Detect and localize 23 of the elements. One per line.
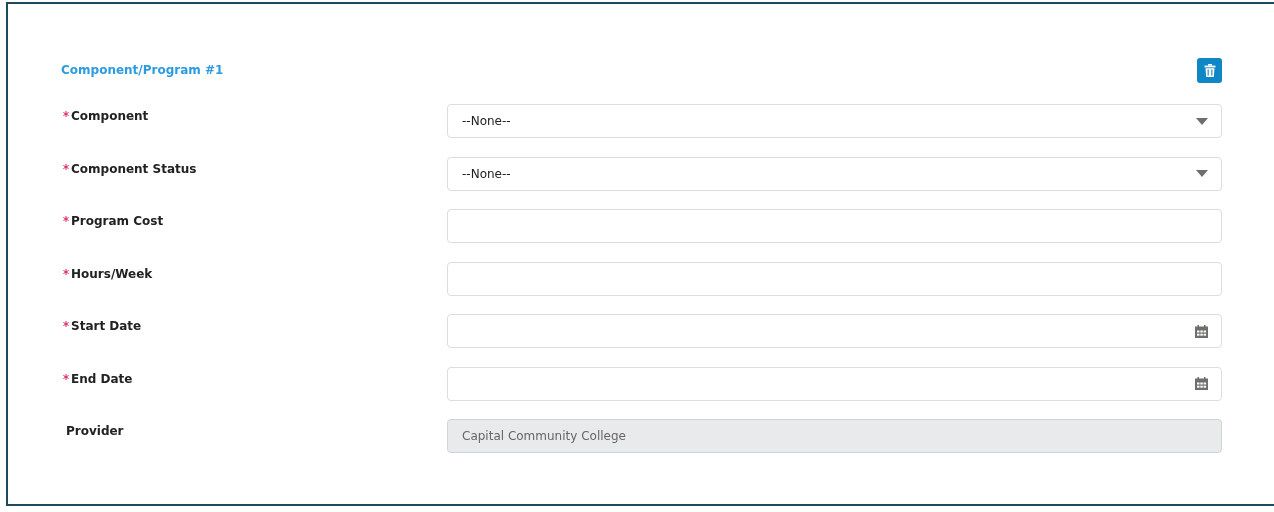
select-field[interactable]: --None-- — [447, 104, 1222, 138]
calendar-icon — [1195, 377, 1208, 390]
caret-icon — [1196, 117, 1208, 125]
field-label: Hours/Week — [63, 266, 153, 281]
date-field[interactable] — [447, 366, 1222, 401]
delete-button[interactable] — [1197, 57, 1222, 83]
field-label: Component Status — [63, 161, 197, 176]
field-label: Start Date — [63, 319, 142, 333]
field-label: Program Cost — [63, 214, 164, 228]
select-field[interactable]: --None-- — [447, 156, 1222, 191]
date-field[interactable] — [447, 314, 1222, 348]
field-label: Provider — [66, 424, 124, 438]
input-field[interactable] — [447, 261, 1222, 296]
field-value: Capital Community College — [462, 429, 626, 443]
selected-value: --None-- — [462, 166, 511, 181]
input-field[interactable] — [447, 209, 1222, 243]
section-title: Component/Program #1 — [61, 63, 224, 77]
selected-value: --None-- — [462, 114, 511, 128]
trash-icon — [1203, 63, 1216, 77]
calendar-icon — [1195, 324, 1208, 338]
field-label: End Date — [63, 371, 133, 386]
field-label: Component — [63, 109, 149, 123]
caret-icon — [1196, 170, 1208, 177]
